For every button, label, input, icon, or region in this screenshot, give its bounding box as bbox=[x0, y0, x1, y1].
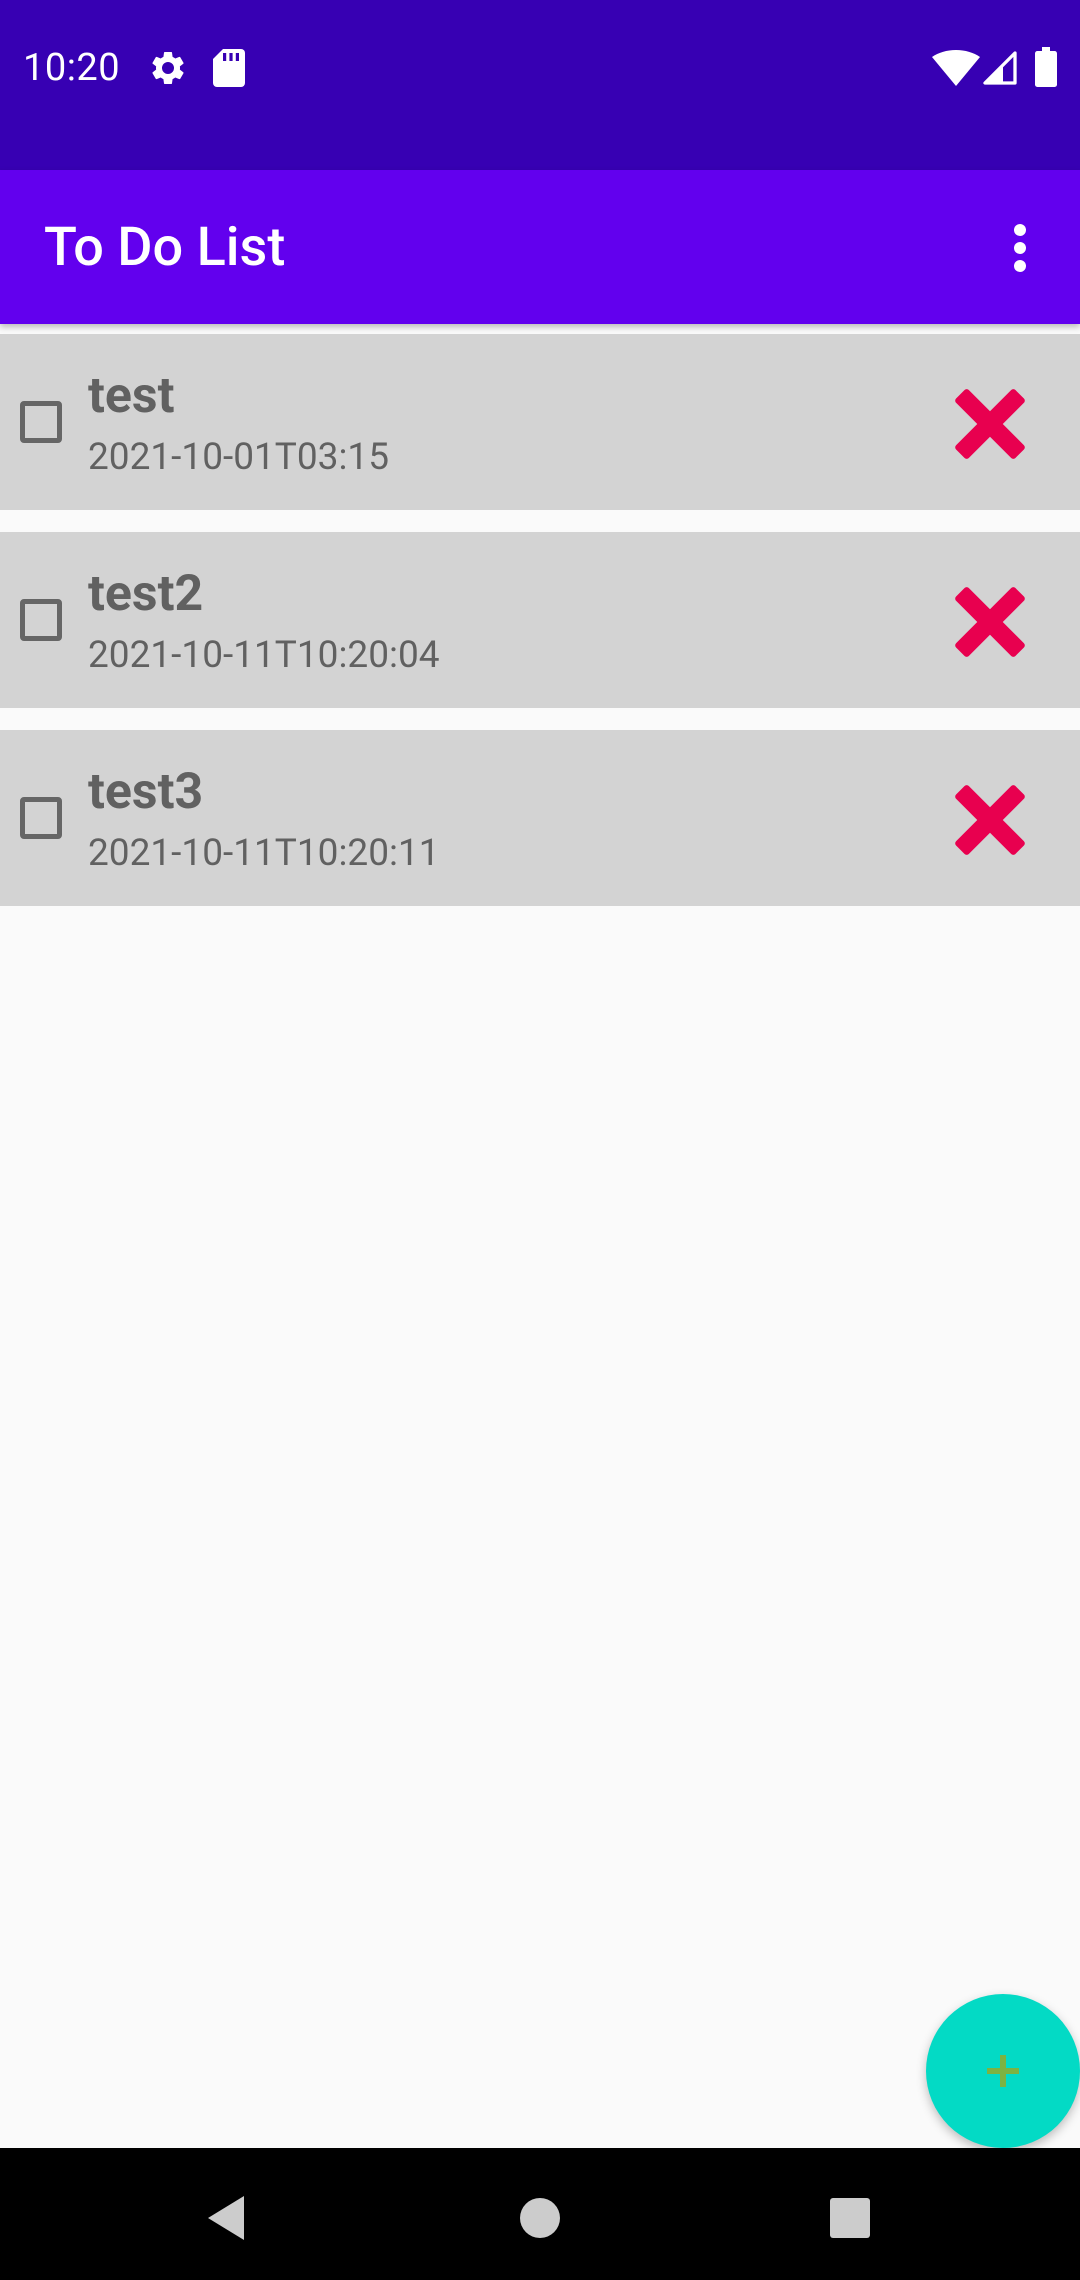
delete-icon[interactable] bbox=[948, 778, 1032, 862]
todo-title: test3 bbox=[88, 763, 204, 821]
overflow-menu-button[interactable] bbox=[990, 206, 1050, 290]
todo-list: test 2021-10-01T03:15 test2 2021-10-11T1… bbox=[0, 334, 1080, 928]
todo-title: test bbox=[88, 367, 175, 425]
todo-item[interactable]: test3 2021-10-11T10:20:11 bbox=[0, 730, 1080, 906]
todo-checkbox[interactable] bbox=[20, 797, 62, 839]
todo-item[interactable]: test2 2021-10-11T10:20:04 bbox=[0, 532, 1080, 708]
navigation-bar bbox=[0, 2148, 1080, 2280]
battery-icon bbox=[1035, 47, 1057, 87]
delete-icon[interactable] bbox=[948, 580, 1032, 664]
todo-checkbox[interactable] bbox=[20, 401, 62, 443]
todo-checkbox[interactable] bbox=[20, 599, 62, 641]
plus-icon bbox=[987, 2055, 1019, 2087]
todo-date: 2021-10-01T03:15 bbox=[88, 436, 390, 479]
add-todo-button[interactable] bbox=[926, 1994, 1080, 2148]
back-button[interactable] bbox=[196, 2188, 256, 2248]
todo-date: 2021-10-11T10:20:11 bbox=[88, 832, 440, 875]
gear-icon bbox=[152, 51, 184, 84]
sd-card-icon bbox=[213, 49, 245, 87]
todo-item[interactable]: test 2021-10-01T03:15 bbox=[0, 334, 1080, 510]
wifi-icon bbox=[932, 50, 980, 86]
todo-date: 2021-10-11T10:20:04 bbox=[88, 634, 440, 677]
home-icon bbox=[520, 2198, 560, 2238]
recents-button[interactable] bbox=[820, 2188, 880, 2248]
app-bar: To Do List bbox=[0, 170, 1080, 324]
status-time: 10:20 bbox=[23, 46, 121, 90]
signal-icon bbox=[983, 51, 1017, 85]
todo-title: test2 bbox=[88, 565, 204, 623]
more-vert-icon bbox=[1014, 224, 1026, 272]
app-title: To Do List bbox=[44, 216, 286, 279]
delete-icon[interactable] bbox=[948, 382, 1032, 466]
recents-icon bbox=[830, 2198, 870, 2238]
status-bar: 10:20 bbox=[0, 0, 1080, 170]
home-button[interactable] bbox=[510, 2188, 570, 2248]
back-icon bbox=[208, 2196, 244, 2240]
